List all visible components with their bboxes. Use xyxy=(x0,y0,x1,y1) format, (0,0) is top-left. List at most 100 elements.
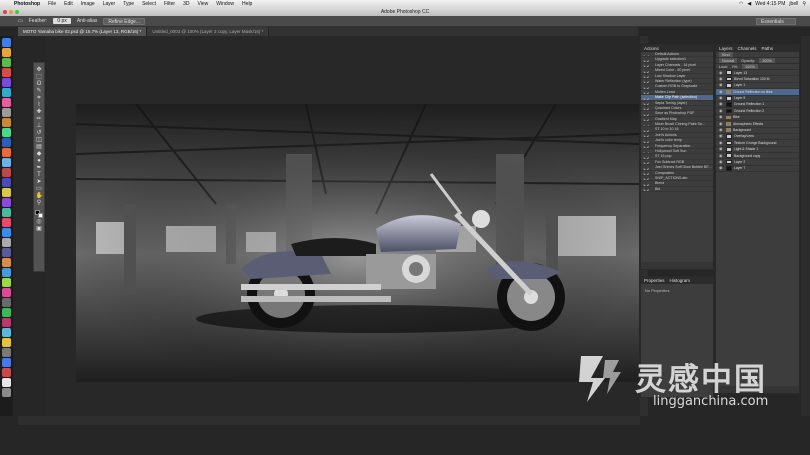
visibility-eye-icon[interactable]: ◉ xyxy=(719,115,724,120)
path-select-tool-icon[interactable]: ➤ xyxy=(36,179,43,185)
dock-app-icon[interactable] xyxy=(2,218,11,227)
menu-edit[interactable]: Edit xyxy=(60,1,77,7)
tab-layers[interactable]: Layers xyxy=(719,45,733,52)
visibility-eye-icon[interactable]: ◉ xyxy=(719,153,724,158)
move-tool-icon[interactable]: ✥ xyxy=(36,67,43,73)
visibility-eye-icon[interactable]: ◉ xyxy=(719,96,724,101)
background-color-swatch[interactable] xyxy=(38,213,43,218)
user-name[interactable]: jbell xyxy=(789,1,798,7)
dock-app-icon[interactable] xyxy=(2,88,11,97)
eraser-tool-icon[interactable]: ◫ xyxy=(36,137,43,143)
tab-moto-yamaha[interactable]: MOTO Yamaha bike 02.psd @ 16.7% (Layer 1… xyxy=(18,27,148,36)
healing-tool-icon[interactable]: ✚ xyxy=(36,109,43,115)
clock[interactable]: Wed 4:15 PM xyxy=(755,1,785,7)
brush-tool-icon[interactable]: ✏ xyxy=(36,116,43,122)
feather-input[interactable]: 0 px xyxy=(53,18,71,24)
marquee-tool-icon[interactable]: ▭ xyxy=(18,18,23,24)
fill-input[interactable]: 100% xyxy=(741,64,758,69)
dock-app-icon[interactable] xyxy=(2,298,11,307)
quick-select-tool-icon[interactable]: ✎ xyxy=(36,88,43,94)
visibility-eye-icon[interactable]: ◉ xyxy=(719,83,724,88)
workspace-select[interactable]: Essentials xyxy=(756,17,796,25)
dock-app-icon[interactable] xyxy=(2,268,11,277)
close-window-icon[interactable] xyxy=(3,10,7,14)
dock-app-icon[interactable] xyxy=(2,48,11,57)
dock-app-icon[interactable] xyxy=(2,178,11,187)
dock-app-icon[interactable] xyxy=(2,318,11,327)
dock-app-icon[interactable] xyxy=(2,388,11,397)
dock-app-icon[interactable] xyxy=(2,358,11,367)
visibility-eye-icon[interactable]: ◉ xyxy=(719,166,724,171)
zoom-tool-icon[interactable]: ⚲ xyxy=(36,200,43,206)
dock-app-icon[interactable] xyxy=(2,148,11,157)
dock-app-icon[interactable] xyxy=(2,258,11,267)
opacity-input[interactable]: 100% xyxy=(759,58,775,63)
dodge-tool-icon[interactable]: ● xyxy=(36,158,43,164)
visibility-eye-icon[interactable]: ◉ xyxy=(719,159,724,164)
dock-app-icon[interactable] xyxy=(2,78,11,87)
visibility-eye-icon[interactable]: ◉ xyxy=(719,140,724,145)
blend-mode-select[interactable]: Normal xyxy=(719,58,738,63)
spotlight-icon[interactable]: ⚲ xyxy=(802,1,806,7)
wifi-icon[interactable]: ◠ xyxy=(739,1,743,7)
visibility-eye-icon[interactable]: ◉ xyxy=(719,108,724,113)
visibility-eye-icon[interactable]: ◉ xyxy=(719,102,724,107)
volume-icon[interactable]: ◀ xyxy=(747,1,751,7)
eyedropper-tool-icon[interactable]: ⌇ xyxy=(36,102,43,108)
refine-edge-button[interactable]: Refine Edge... xyxy=(103,17,146,25)
blur-tool-icon[interactable]: ◆ xyxy=(36,151,43,157)
dock-app-icon[interactable] xyxy=(2,128,11,137)
screen-mode-icon[interactable]: ▣ xyxy=(36,226,43,232)
dock-app-icon[interactable] xyxy=(2,368,11,377)
menu-image[interactable]: Image xyxy=(77,1,99,7)
menu-3d[interactable]: 3D xyxy=(179,1,193,7)
visibility-eye-icon[interactable]: ◉ xyxy=(719,128,724,133)
tab-channels[interactable]: Channels xyxy=(738,45,757,52)
tab-paths[interactable]: Paths xyxy=(762,45,774,52)
layer-row[interactable]: ◉ Layer 7 xyxy=(716,166,799,173)
dock-app-icon[interactable] xyxy=(2,98,11,107)
hand-tool-icon[interactable]: ✋ xyxy=(36,193,43,199)
tab-untitled[interactable]: Untitled_0003 @ 100% (Layer 3 copy, Laye… xyxy=(147,27,270,36)
dock-app-icon[interactable] xyxy=(2,158,11,167)
marquee-tool-icon[interactable]: ⬚ xyxy=(36,74,43,80)
visibility-eye-icon[interactable]: ◉ xyxy=(719,121,724,126)
dock-app-icon[interactable] xyxy=(2,228,11,237)
dock-app-icon[interactable] xyxy=(2,118,11,127)
dock-app-icon[interactable] xyxy=(2,208,11,217)
dock-app-icon[interactable] xyxy=(2,58,11,67)
zoom-window-icon[interactable] xyxy=(15,10,19,14)
visibility-eye-icon[interactable]: ◉ xyxy=(719,76,724,81)
menu-select[interactable]: Select xyxy=(138,1,160,7)
menu-view[interactable]: View xyxy=(194,1,213,7)
clone-stamp-tool-icon[interactable]: ⊥ xyxy=(36,123,43,129)
crop-tool-icon[interactable]: ⌗ xyxy=(36,95,43,101)
tab-properties[interactable]: Properties xyxy=(644,277,665,284)
type-tool-icon[interactable]: T xyxy=(36,172,43,178)
gradient-tool-icon[interactable]: ▤ xyxy=(36,144,43,150)
dock-app-icon[interactable] xyxy=(2,68,11,77)
visibility-eye-icon[interactable]: ◉ xyxy=(719,89,724,94)
dock-app-icon[interactable] xyxy=(2,278,11,287)
menu-layer[interactable]: Layer xyxy=(99,1,120,7)
layer-kind-filter[interactable]: Kind xyxy=(719,52,733,57)
menu-help[interactable]: Help xyxy=(238,1,256,7)
dock-app-icon[interactable] xyxy=(2,108,11,117)
dock-app-icon[interactable] xyxy=(2,338,11,347)
dock-app-icon[interactable] xyxy=(2,188,11,197)
visibility-eye-icon[interactable]: ◉ xyxy=(719,134,724,139)
dock-app-icon[interactable] xyxy=(2,378,11,387)
tab-actions[interactable]: Actions xyxy=(644,45,659,52)
color-swatches[interactable] xyxy=(35,210,43,218)
visibility-eye-icon[interactable]: ◉ xyxy=(719,70,724,75)
menu-file[interactable]: File xyxy=(44,1,60,7)
tab-histogram[interactable]: Histogram xyxy=(670,277,691,284)
dock-app-icon[interactable] xyxy=(2,38,11,47)
history-brush-tool-icon[interactable]: ↺ xyxy=(36,130,43,136)
quick-mask-icon[interactable]: ◎ xyxy=(36,219,43,225)
menu-filter[interactable]: Filter xyxy=(160,1,179,7)
menu-window[interactable]: Window xyxy=(212,1,238,7)
document-image[interactable] xyxy=(76,104,639,382)
dock-app-icon[interactable] xyxy=(2,288,11,297)
minimize-window-icon[interactable] xyxy=(9,10,13,14)
